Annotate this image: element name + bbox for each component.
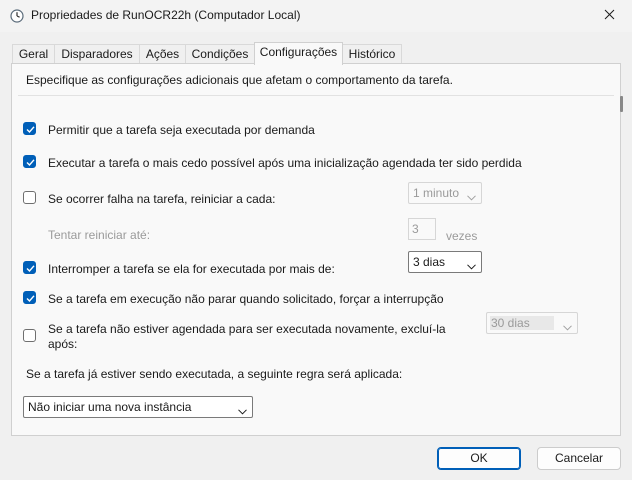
stop-duration-combo[interactable]: 3 dias [408, 251, 482, 273]
tab-label: Condições [191, 47, 249, 61]
tab-geral[interactable]: Geral [12, 44, 55, 63]
tab-historico[interactable]: Histórico [342, 44, 402, 63]
chevron-down-icon [238, 404, 247, 418]
restart-attempts-spinner[interactable]: 3 [408, 218, 436, 240]
close-button[interactable] [586, 0, 632, 32]
delete-duration-combo[interactable]: 30 dias [486, 312, 578, 334]
delete-if-not-scheduled-label-cont[interactable]: após: [48, 337, 77, 351]
restart-on-fail-checkbox[interactable] [23, 191, 36, 204]
chevron-down-icon [467, 259, 476, 273]
delete-duration-value: 30 dias [491, 316, 530, 330]
panel-description: Especifique as configurações adicionais … [26, 73, 453, 87]
ok-button[interactable]: OK [437, 447, 521, 470]
force-stop-checkbox[interactable] [23, 291, 36, 304]
settings-panel: Especifique as configurações adicionais … [11, 63, 621, 436]
scrollbar-indicator[interactable] [620, 96, 623, 112]
chevron-down-icon [563, 320, 572, 334]
restart-on-fail-label[interactable]: Se ocorrer falha na tarefa, reiniciar a … [48, 192, 275, 206]
stop-duration-value: 3 dias [413, 255, 446, 269]
restart-attempts-value: 3 [412, 222, 419, 236]
checkmark-icon [26, 159, 35, 167]
restart-interval-combo[interactable]: 1 minuto [408, 182, 482, 204]
delete-if-not-scheduled-checkbox[interactable] [23, 329, 36, 342]
separator [18, 95, 614, 96]
checkmark-icon [26, 126, 35, 134]
allow-on-demand-checkbox[interactable] [23, 122, 36, 135]
tab-label: Ações [145, 47, 180, 61]
window-title: Propriedades de RunOCR22h (Computador Lo… [31, 8, 301, 22]
title-bar: Propriedades de RunOCR22h (Computador Lo… [0, 0, 632, 32]
checkmark-icon [26, 265, 35, 273]
cancel-button[interactable]: Cancelar [537, 447, 621, 470]
delete-if-not-scheduled-label[interactable]: Se a tarefa não estiver agendada para se… [48, 322, 446, 336]
tab-label: Disparadores [61, 47, 133, 61]
force-stop-label[interactable]: Se a tarefa em execução não parar quando… [48, 292, 444, 306]
restart-attempts-label: Tentar reiniciar até: [48, 228, 151, 242]
tab-disparadores[interactable]: Disparadores [54, 44, 140, 63]
running-rule-value: Não iniciar uma nova instância [28, 400, 192, 414]
checkmark-icon [26, 295, 35, 303]
tab-label: Histórico [348, 47, 396, 61]
clock-icon [10, 9, 24, 23]
tab-condicoes[interactable]: Condições [185, 44, 255, 63]
chevron-down-icon [467, 190, 476, 204]
stop-if-longer-checkbox[interactable] [23, 261, 36, 274]
restart-attempts-unit: vezes [446, 229, 478, 243]
tab-acoes[interactable]: Ações [139, 44, 186, 63]
run-asap-label[interactable]: Executar a tarefa o mais cedo possível a… [48, 156, 522, 170]
run-asap-checkbox[interactable] [23, 155, 36, 168]
tab-label: Geral [18, 47, 49, 61]
running-rule-label: Se a tarefa já estiver sendo executada, … [26, 367, 403, 381]
allow-on-demand-label[interactable]: Permitir que a tarefa seja executada por… [48, 123, 315, 137]
running-rule-combo[interactable]: Não iniciar uma nova instância [23, 396, 253, 418]
tab-configuracoes[interactable]: Configurações [254, 42, 343, 65]
tab-label: Configurações [259, 45, 338, 59]
restart-interval-value: 1 minuto [413, 186, 460, 200]
close-icon [604, 9, 615, 23]
stop-if-longer-label[interactable]: Interromper a tarefa se ela for executad… [48, 262, 335, 276]
